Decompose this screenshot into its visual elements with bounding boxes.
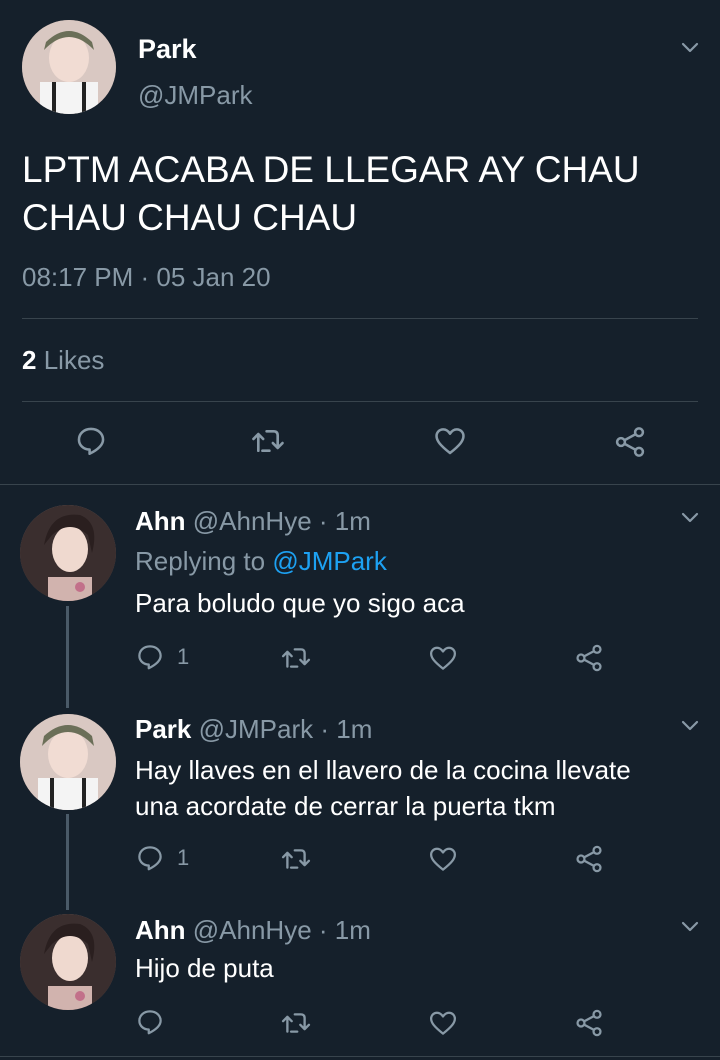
- share-icon[interactable]: [573, 1007, 605, 1039]
- likes-stat[interactable]: 2 Likes: [22, 345, 104, 376]
- author-name: Park: [138, 34, 197, 64]
- author-name: Park: [135, 714, 192, 744]
- retweet-icon[interactable]: [280, 844, 312, 874]
- author-handle: @AhnHye: [192, 506, 312, 536]
- section-divider: [0, 484, 720, 485]
- author-handle: @AhnHye: [192, 915, 312, 945]
- like-icon[interactable]: [427, 643, 459, 673]
- reply-header: Park @JMPark · 1m: [135, 714, 372, 745]
- reply-text: Hay llaves en el llavero de la cocina ll…: [135, 752, 631, 824]
- reply-time: · 1m: [318, 506, 371, 536]
- tweet-timestamp: 08:17 PM · 05 Jan 20: [22, 262, 271, 292]
- avatar[interactable]: [20, 714, 116, 810]
- author-name: Ahn: [135, 506, 186, 536]
- reply-icon: [138, 645, 162, 670]
- thread-connector: [66, 606, 69, 708]
- thread-connector: [66, 814, 69, 910]
- retweet-icon[interactable]: [280, 1008, 312, 1038]
- reply-icon[interactable]: [74, 424, 108, 458]
- reply-text-line: una acordate de cerrar la puerta tkm: [135, 791, 556, 821]
- avatar[interactable]: [22, 20, 116, 114]
- chevron-down-icon[interactable]: [678, 506, 702, 530]
- reply-text: Hijo de puta: [135, 953, 274, 983]
- chevron-down-icon[interactable]: [678, 36, 702, 60]
- reply-time: · 1m: [320, 714, 373, 744]
- avatar[interactable]: [20, 505, 116, 601]
- tweet-text: LPTM ACABA DE LLEGAR AY CHAU CHAU CHAU C…: [22, 149, 640, 238]
- reply-icon: [138, 846, 162, 871]
- like-icon[interactable]: [427, 1008, 459, 1038]
- replying-to-handle[interactable]: @JMPark: [272, 546, 387, 576]
- likes-count: 2: [22, 345, 37, 375]
- share-icon[interactable]: [573, 843, 605, 875]
- reply-time: · 1m: [318, 915, 371, 945]
- reply-count: 1: [177, 845, 190, 870]
- section-divider: [0, 1056, 720, 1057]
- like-icon[interactable]: [432, 424, 468, 458]
- reply-button[interactable]: 1: [135, 843, 189, 873]
- retweet-icon[interactable]: [280, 643, 312, 673]
- divider: [22, 401, 698, 402]
- likes-label: Likes: [43, 345, 105, 375]
- author-name: Ahn: [135, 915, 186, 945]
- chevron-down-icon[interactable]: [678, 714, 702, 738]
- avatar[interactable]: [20, 914, 116, 1010]
- chevron-down-icon[interactable]: [678, 915, 702, 939]
- author-handle: @JMPark: [198, 714, 314, 744]
- share-icon[interactable]: [573, 642, 605, 674]
- replying-to: Replying to @JMPark: [135, 546, 387, 577]
- divider: [22, 318, 698, 319]
- reply-button[interactable]: 1: [135, 642, 189, 672]
- reply-header: Ahn @AhnHye · 1m: [135, 915, 371, 946]
- share-icon[interactable]: [612, 424, 648, 460]
- reply-header: Ahn @AhnHye · 1m: [135, 506, 371, 537]
- retweet-icon[interactable]: [250, 424, 286, 458]
- reply-text: Para boludo que yo sigo aca: [135, 588, 465, 618]
- reply-icon: [138, 1010, 162, 1035]
- replying-prefix: Replying to: [135, 546, 266, 576]
- author-handle: @JMPark: [138, 80, 253, 110]
- reply-text-line: Hay llaves en el llavero de la cocina ll…: [135, 755, 631, 785]
- reply-button[interactable]: [135, 1007, 177, 1037]
- like-icon[interactable]: [427, 844, 459, 874]
- reply-count: 1: [177, 644, 190, 669]
